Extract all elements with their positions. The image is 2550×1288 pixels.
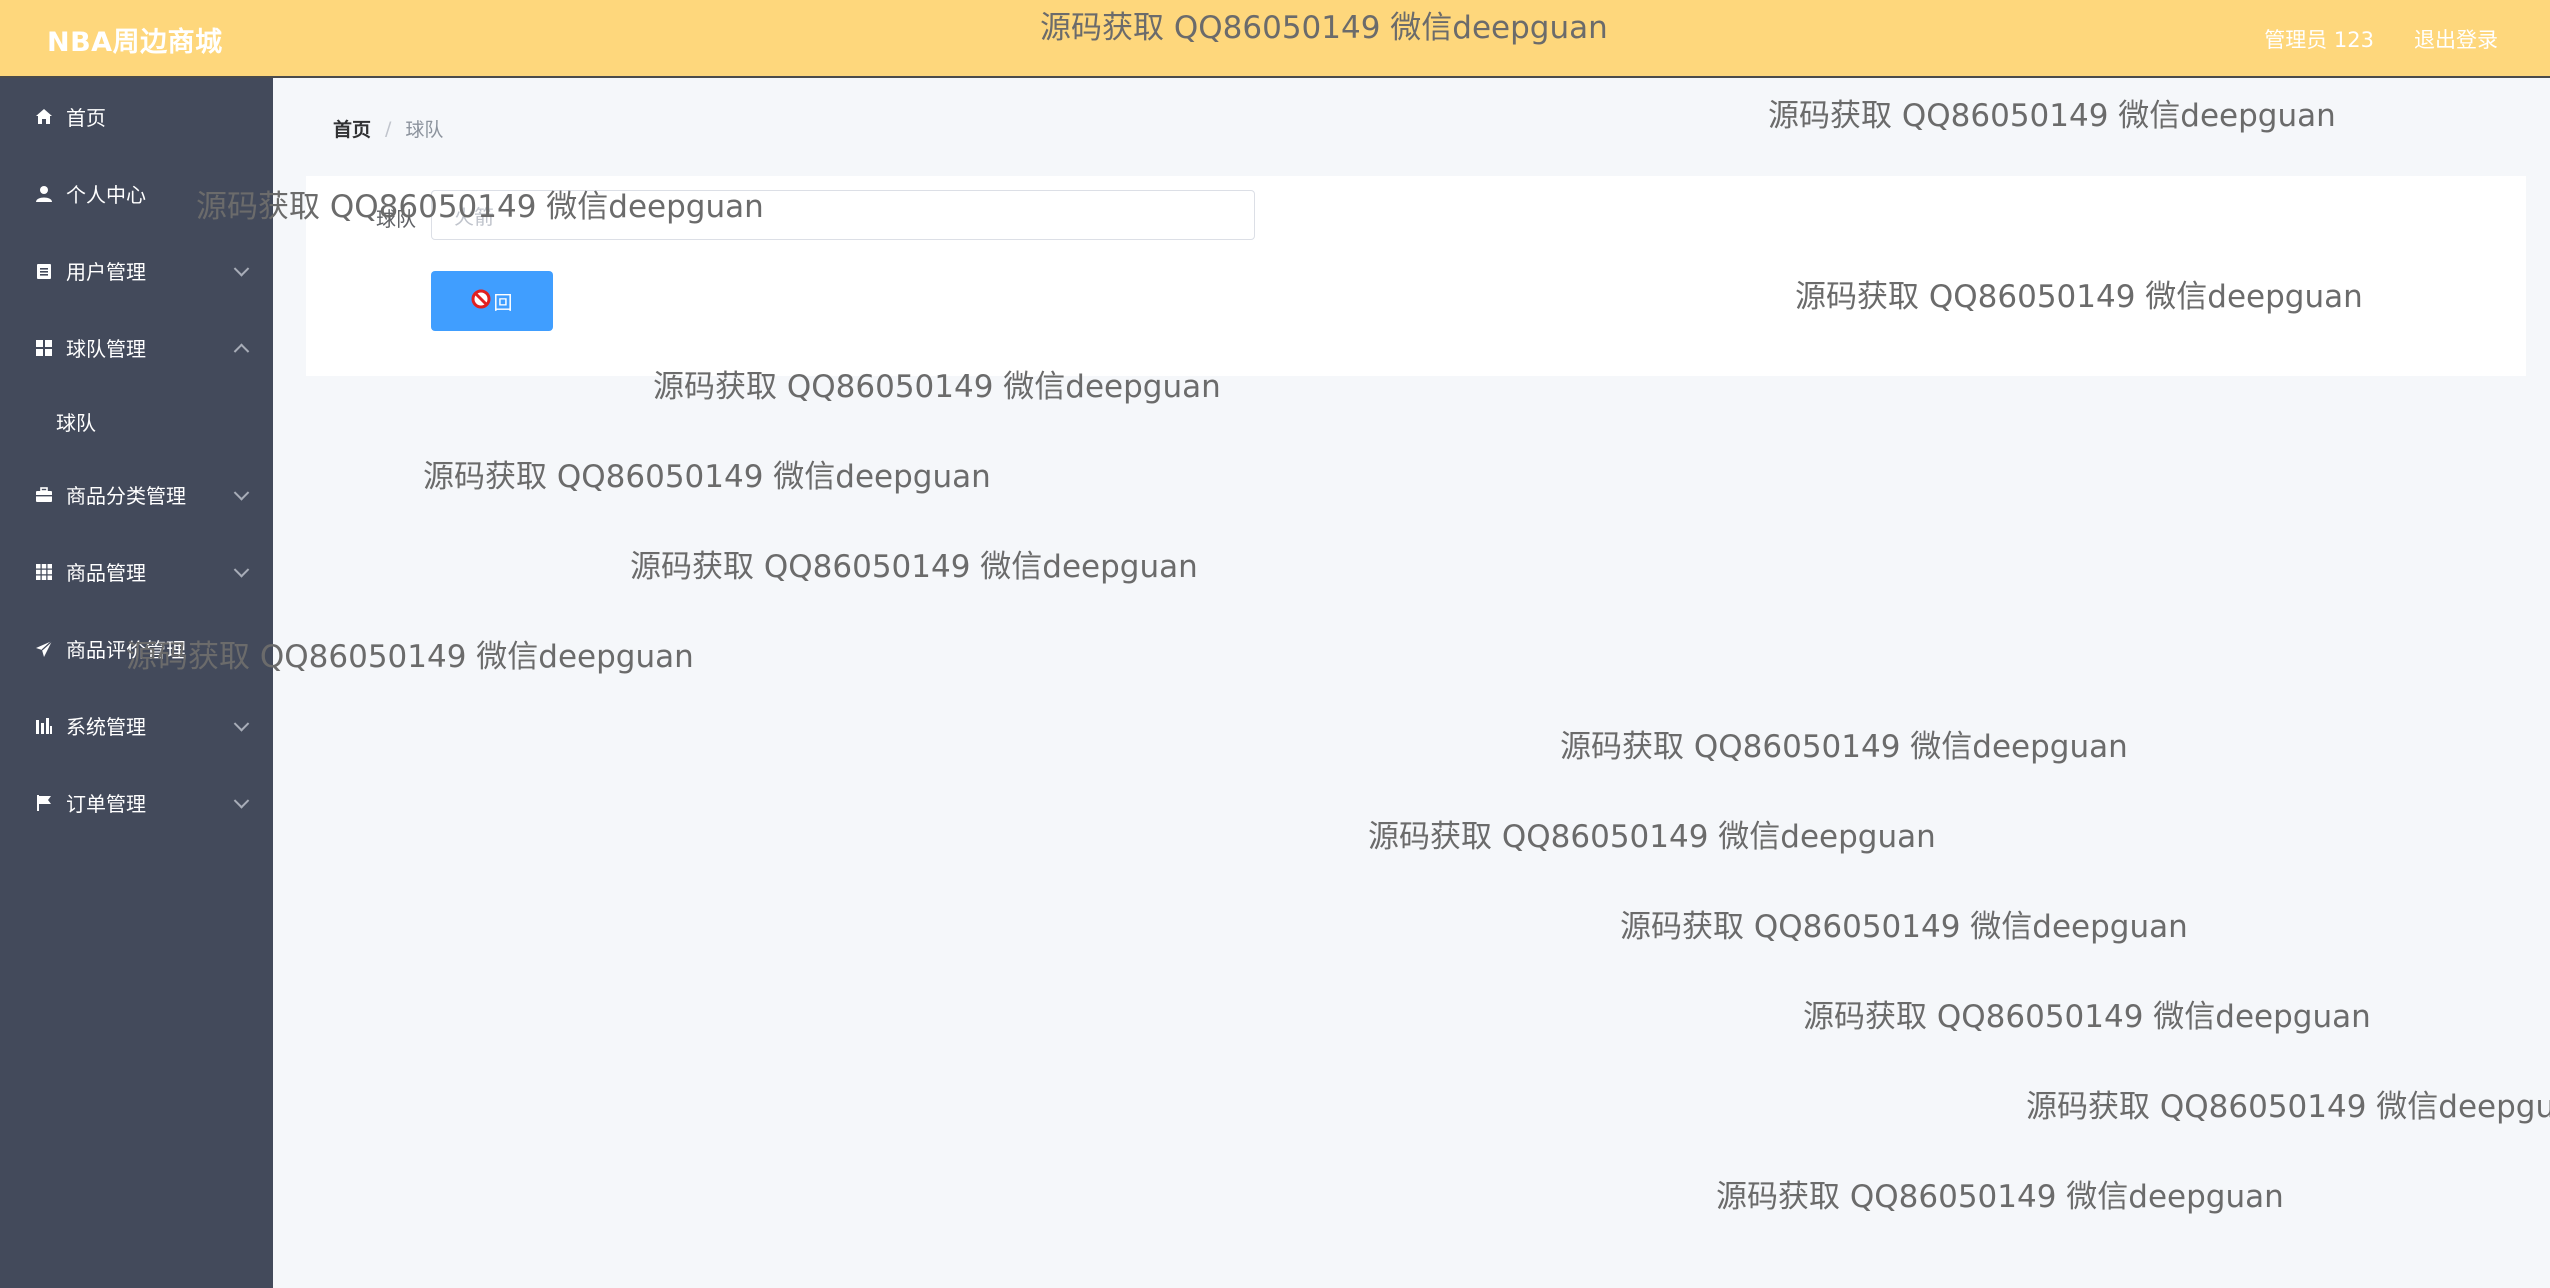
sidebar-item-label: 个人中心 — [66, 183, 146, 207]
sidebar-item-product-management[interactable]: 商品管理 — [0, 533, 273, 610]
breadcrumb-current: 球队 — [405, 119, 444, 141]
sidebar: 首页 个人中心 用户管理 球队管理 球队 商品分类管理 商品管理 商品评价管理 … — [0, 78, 273, 1288]
breadcrumb: 首页 / 球队 — [333, 115, 443, 142]
paper-plane-icon — [34, 639, 54, 659]
sidebar-item-category-management[interactable]: 商品分类管理 — [0, 456, 273, 533]
sidebar-item-label: 商品管理 — [66, 561, 146, 585]
sidebar-item-label: 订单管理 — [66, 792, 146, 816]
brand-logo: NBA周边商城 — [47, 27, 223, 58]
watermark-text: 源码获取 QQ86050149 微信deepguan — [1768, 98, 2336, 134]
admin-user-label: 管理员 123 — [2264, 28, 2374, 52]
sidebar-item-label: 首页 — [66, 106, 106, 130]
back-button[interactable]: 回 — [431, 271, 553, 331]
watermark-text: 源码获取 QQ86050149 微信deepguan — [423, 459, 991, 495]
chart-icon — [34, 716, 54, 736]
sidebar-item-system-management[interactable]: 系统管理 — [0, 687, 273, 764]
top-header: NBA周边商城 管理员 123 退出登录 — [0, 0, 2550, 78]
no-entry-icon — [471, 289, 491, 314]
logout-link[interactable]: 退出登录 — [2414, 24, 2498, 54]
home-icon — [34, 107, 54, 127]
watermark-text: 源码获取 QQ86050149 微信deepguan — [1368, 819, 1936, 855]
sidebar-item-team-management[interactable]: 球队管理 — [0, 309, 273, 386]
watermark-text: 源码获取 QQ86050149 微信deepguan — [630, 549, 1198, 585]
sidebar-item-profile[interactable]: 个人中心 — [0, 155, 273, 232]
chevron-down-icon — [233, 561, 250, 578]
user-icon — [34, 184, 54, 204]
breadcrumb-home[interactable]: 首页 — [333, 115, 371, 142]
sidebar-item-order-management[interactable]: 订单管理 — [0, 764, 273, 841]
breadcrumb-separator: / — [385, 117, 392, 140]
watermark-text: 源码获取 QQ86050149 微信deepguan — [2026, 1089, 2550, 1125]
chevron-down-icon — [233, 715, 250, 732]
sidebar-item-label: 球队管理 — [66, 337, 146, 361]
watermark-text: 源码获取 QQ86050149 微信deepguan — [1803, 999, 2371, 1035]
sidebar-item-label: 用户管理 — [66, 260, 146, 284]
chevron-down-icon — [233, 792, 250, 809]
sidebar-subitem-team[interactable]: 球队 — [0, 386, 273, 456]
sidebar-item-label: 商品评价管理 — [66, 638, 186, 662]
header-actions: 管理员 123 退出登录 — [2264, 24, 2498, 54]
sidebar-item-label: 系统管理 — [66, 715, 146, 739]
sidebar-item-user-management[interactable]: 用户管理 — [0, 232, 273, 309]
sidebar-item-review-management[interactable]: 商品评价管理 — [0, 610, 273, 687]
watermark-text: 源码获取 QQ86050149 微信deepguan — [1716, 1179, 2284, 1215]
watermark-text: 源码获取 QQ86050149 微信deepguan — [1560, 729, 2128, 765]
back-button-label: 回 — [493, 291, 513, 314]
team-input[interactable] — [431, 190, 1255, 240]
detail-form-card: 球队 回 — [306, 176, 2526, 376]
chevron-down-icon — [233, 260, 250, 277]
clipboard-icon — [34, 261, 54, 281]
grid-icon — [34, 338, 54, 358]
apps-icon — [34, 562, 54, 582]
watermark-text: 源码获取 QQ86050149 微信deepguan — [1620, 909, 2188, 945]
flag-icon — [34, 793, 54, 813]
briefcase-icon — [34, 485, 54, 505]
sidebar-item-home[interactable]: 首页 — [0, 78, 273, 155]
chevron-down-icon — [233, 484, 250, 501]
chevron-up-icon — [233, 343, 250, 359]
team-field-label: 球队 — [376, 207, 416, 231]
sidebar-item-label: 商品分类管理 — [66, 484, 186, 508]
